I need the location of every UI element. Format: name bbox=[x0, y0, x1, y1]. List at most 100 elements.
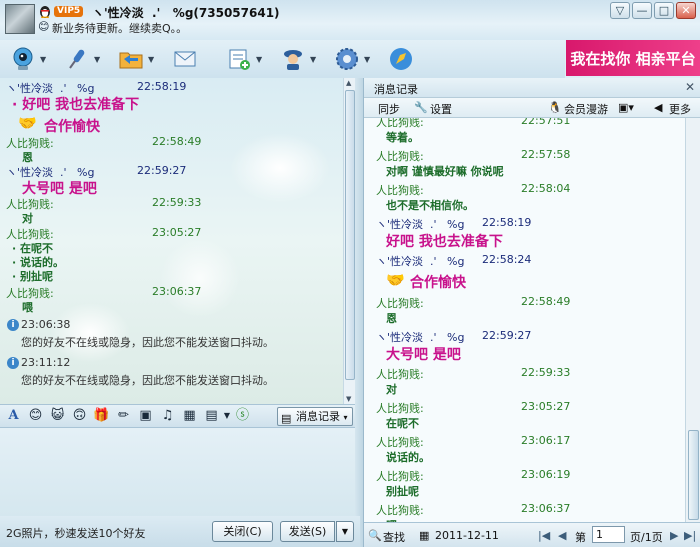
emoji-icon[interactable]: 😊 bbox=[25, 407, 46, 425]
chevron-down-icon[interactable]: ▼ bbox=[40, 55, 46, 64]
history-entry-text: 恩 bbox=[386, 312, 397, 325]
signature-emoji-icon: 😊 bbox=[38, 20, 50, 33]
send-file-button[interactable]: ▼ bbox=[116, 45, 166, 73]
history-header: 消息记录 ✕ bbox=[364, 78, 700, 98]
send-options-button[interactable]: ▼ bbox=[336, 521, 354, 542]
history-entry-time: 22:58:04 bbox=[521, 182, 571, 195]
calendar-icon[interactable]: ▦ bbox=[419, 529, 429, 542]
message-history-toggle[interactable]: ▤ 消息记录 ▾ bbox=[277, 407, 353, 426]
history-entry-sender: 人比狗贱: bbox=[376, 184, 424, 197]
app-menu-icon[interactable]: ▤ bbox=[201, 407, 222, 425]
chevron-down-icon[interactable]: ▼ bbox=[148, 55, 154, 64]
webcam-icon bbox=[8, 45, 38, 73]
music-icon[interactable]: ♫ bbox=[157, 407, 178, 425]
chat-scrollbar[interactable]: ▲ ▼ bbox=[343, 78, 355, 404]
minimize-button[interactable]: — bbox=[632, 2, 652, 19]
magic-emoji-icon[interactable]: 😺 bbox=[47, 407, 68, 425]
message-text: 喂 bbox=[22, 301, 33, 314]
message-time: 22:59:27 bbox=[137, 164, 187, 177]
history-icon: ▤ bbox=[281, 412, 292, 425]
contact-name: ヽ'性冷淡 .' %g(735057641) bbox=[92, 6, 280, 20]
folder-icon bbox=[116, 45, 146, 73]
history-entry-text: 也不是不相信你。 bbox=[386, 199, 474, 212]
history-list[interactable]: 人比狗贱: 22:57:51 等着。 人比狗贱: 22:57:58 对啊 谨慎最好嘛 你说… bbox=[364, 118, 686, 522]
history-entry-sender: ヽ'性冷淡 .' %g bbox=[376, 218, 465, 231]
prev-page-icon[interactable]: ◀ bbox=[558, 529, 566, 542]
chevron-down-icon: ▾ bbox=[343, 413, 348, 422]
chevron-down-icon[interactable]: ▼ bbox=[223, 407, 231, 425]
pane-splitter[interactable] bbox=[355, 78, 363, 547]
system-message-text: 您的好友不在线或隐身，因此您不能发送窗口抖动。 bbox=[21, 336, 274, 349]
history-search-button[interactable]: 查找 bbox=[383, 529, 405, 545]
sync-button[interactable]: 同步 bbox=[378, 101, 400, 117]
message-time: 22:58:19 bbox=[137, 80, 187, 93]
history-settings-button[interactable]: 设置 bbox=[430, 101, 452, 117]
rocket-icon bbox=[386, 45, 416, 73]
remote-user-icon bbox=[278, 45, 308, 73]
voice-call-button[interactable]: ▼ bbox=[62, 45, 112, 73]
search-engine-icon[interactable]: ⓢ bbox=[232, 407, 253, 425]
history-entry-text: 在呢不 bbox=[386, 417, 419, 430]
history-toolbar: 同步 🔧 设置 🐧 会员漫游 ▣▾ ◀ 更多 bbox=[364, 98, 700, 118]
close-button[interactable]: 关闭(C) bbox=[212, 521, 273, 542]
skin-menu-button[interactable]: ▽ bbox=[610, 2, 630, 19]
scroll-thumb[interactable] bbox=[688, 430, 699, 520]
history-entry-sender: 人比狗贱: bbox=[376, 402, 424, 415]
screenshot-icon[interactable]: ▣ bbox=[135, 407, 156, 425]
scroll-down-icon[interactable]: ▼ bbox=[346, 395, 351, 403]
app-launch-button[interactable] bbox=[386, 45, 436, 73]
maximize-button[interactable]: □ bbox=[654, 2, 674, 19]
history-scrollbar[interactable] bbox=[685, 118, 700, 522]
last-page-icon[interactable]: ▶| bbox=[684, 529, 696, 542]
next-page-icon[interactable]: ▶ bbox=[670, 529, 678, 542]
gift-icon[interactable]: 🎁 bbox=[91, 407, 112, 425]
close-window-button[interactable]: ✕ bbox=[676, 2, 696, 19]
history-entry-sender: 人比狗贱: bbox=[376, 150, 424, 163]
page-number-input[interactable]: 1 bbox=[592, 526, 625, 543]
first-page-icon[interactable]: |◀ bbox=[538, 529, 550, 542]
settings-button[interactable]: ▼ bbox=[332, 45, 382, 73]
history-entry-time: 23:05:27 bbox=[521, 400, 571, 413]
history-entry-text: 等着。 bbox=[386, 131, 419, 144]
history-entry-text: 别扯呢 bbox=[386, 485, 419, 498]
message-text: 合作愉快 bbox=[44, 119, 100, 135]
photo-ad-link[interactable]: 2G照片，秒速发送10个好友 bbox=[6, 525, 146, 541]
chevron-down-icon[interactable]: ▼ bbox=[310, 55, 316, 64]
ad-banner[interactable]: 我在找你 相亲平台 bbox=[566, 40, 700, 76]
message-manager-icon[interactable]: ▣▾ bbox=[618, 101, 634, 114]
history-entry-sender: ヽ'性冷淡 .' %g bbox=[376, 331, 465, 344]
scroll-up-icon[interactable]: ▲ bbox=[346, 79, 351, 87]
more-button[interactable]: 更多 bbox=[669, 101, 691, 117]
history-entry-text: 对 bbox=[386, 383, 397, 396]
font-icon[interactable]: A bbox=[3, 407, 24, 425]
search-icon: 🔍 bbox=[368, 529, 382, 542]
email-icon bbox=[170, 45, 200, 73]
video-call-button[interactable]: ▼ bbox=[8, 45, 58, 73]
window-controls: ▽ — □ ✕ bbox=[610, 2, 696, 19]
history-entry-text: 大号吧 是吧 bbox=[386, 347, 461, 363]
image-icon[interactable]: ▦ bbox=[179, 407, 200, 425]
message-input[interactable] bbox=[0, 428, 355, 516]
history-entry-sender: 人比狗贱: bbox=[376, 470, 424, 483]
shake-window-icon[interactable]: 🙃 bbox=[69, 407, 90, 425]
send-button[interactable]: 发送(S) bbox=[280, 521, 335, 542]
chevron-down-icon[interactable]: ▼ bbox=[364, 55, 370, 64]
chat-messages-pane[interactable]: ヽ'性冷淡 .' %g 22:58:19 · 好吧 我也去准备下 🤝 合作愉快 人比狗贱:… bbox=[0, 78, 355, 404]
close-icon[interactable]: ✕ bbox=[685, 80, 695, 94]
chevron-down-icon[interactable]: ▼ bbox=[256, 55, 262, 64]
history-entry-sender: ヽ'性冷淡 .' %g bbox=[376, 255, 465, 268]
history-date[interactable]: 2011-12-11 bbox=[435, 529, 499, 542]
pencil-icon[interactable]: ✏ bbox=[113, 407, 134, 425]
message-time: 22:59:33 bbox=[152, 196, 202, 209]
qq-penguin-icon bbox=[40, 6, 50, 18]
contact-avatar[interactable] bbox=[5, 4, 35, 34]
scroll-thumb[interactable] bbox=[345, 90, 355, 380]
send-email-button[interactable] bbox=[170, 45, 220, 73]
remote-assist-button[interactable]: ▼ bbox=[278, 45, 328, 73]
handshake-icon: 🤝 bbox=[386, 271, 405, 289]
chevron-down-icon[interactable]: ▼ bbox=[94, 55, 100, 64]
create-group-button[interactable]: ▼ bbox=[224, 45, 274, 73]
history-entry-time: 22:57:51 bbox=[521, 118, 571, 127]
vip-roam-button[interactable]: 会员漫游 bbox=[564, 101, 608, 117]
page-prefix: 第 bbox=[575, 531, 586, 544]
